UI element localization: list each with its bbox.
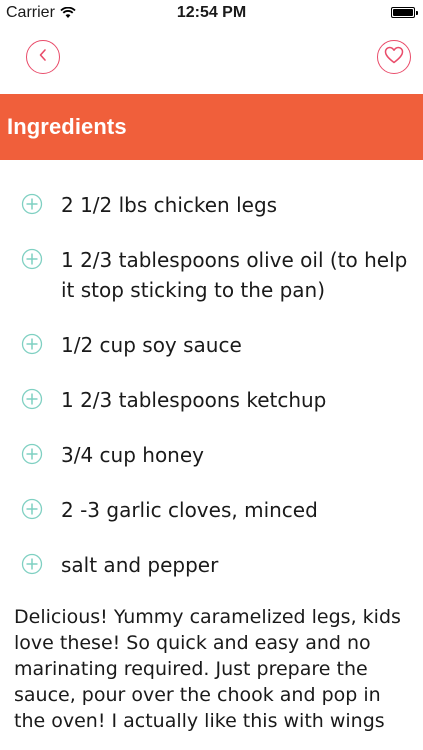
ingredient-item[interactable]: 3/4 cup honey <box>0 440 423 470</box>
ingredient-item[interactable]: 1 2/3 tablespoons ketchup <box>0 385 423 415</box>
ingredient-text: 2 -3 garlic cloves, minced <box>61 498 318 522</box>
add-circle-icon[interactable] <box>21 248 43 270</box>
battery-icon <box>391 7 418 18</box>
recipe-description: Delicious! Yummy caramelized legs, kids … <box>14 606 401 732</box>
ingredient-item[interactable]: salt and pepper <box>0 550 423 580</box>
ingredient-text: salt and pepper <box>61 553 219 577</box>
ingredient-item[interactable]: 2 -3 garlic cloves, minced <box>0 495 423 525</box>
ingredient-text: 1/2 cup soy sauce <box>61 333 242 357</box>
ingredient-text: 1 2/3 tablespoons ketchup <box>61 388 327 412</box>
back-button[interactable] <box>26 40 60 74</box>
ingredient-text: 2 1/2 lbs chicken legs <box>61 193 278 217</box>
add-circle-icon[interactable] <box>21 388 43 410</box>
status-time: 12:54 PM <box>176 4 247 21</box>
add-circle-icon[interactable] <box>21 443 43 465</box>
add-circle-icon[interactable] <box>21 193 43 215</box>
section-header: Ingredients <box>0 94 423 160</box>
favorite-button[interactable] <box>377 40 411 74</box>
chevron-left-icon <box>37 48 49 67</box>
add-circle-icon[interactable] <box>21 553 43 575</box>
status-bar: Carrier 12:54 PM <box>0 0 423 30</box>
add-circle-icon[interactable] <box>21 333 43 355</box>
ingredient-list: 2 1/2 lbs chicken legs 1 2/3 tablespoons… <box>0 190 423 605</box>
heart-icon <box>384 46 404 69</box>
section-title: Ingredients <box>7 114 127 139</box>
add-circle-icon[interactable] <box>21 498 43 520</box>
ingredient-text: 1 2/3 tablespoons olive oil (to help it … <box>61 248 408 302</box>
ingredient-item[interactable]: 1 2/3 tablespoons olive oil (to help it … <box>0 245 423 305</box>
ingredient-item[interactable]: 2 1/2 lbs chicken legs <box>0 190 423 220</box>
ingredient-text: 3/4 cup honey <box>61 443 204 467</box>
ingredient-item[interactable]: 1/2 cup soy sauce <box>0 330 423 360</box>
